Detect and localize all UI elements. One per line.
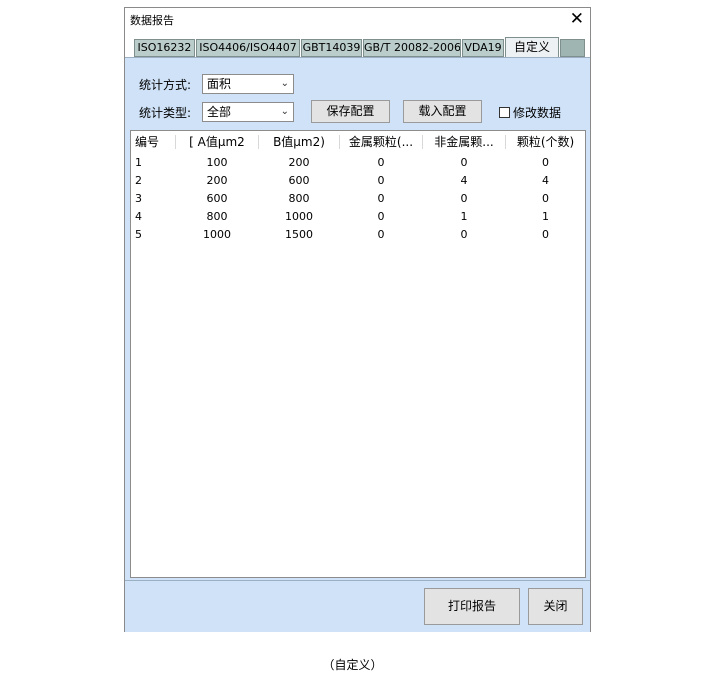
stat-method-select[interactable]: 面积 ⌄: [202, 74, 294, 94]
cell-id: 4: [135, 210, 142, 223]
table-row[interactable]: 1 100 200 0 0 0: [131, 154, 585, 172]
modify-data-checkbox[interactable]: [499, 107, 510, 118]
cell-metal: 0: [377, 174, 385, 187]
tab-gbt14039[interactable]: GBT14039: [301, 39, 362, 57]
stat-method-value: 面积: [207, 77, 232, 91]
chevron-down-icon: ⌄: [280, 78, 289, 89]
cell-a: 600: [206, 192, 228, 205]
cell-id: 3: [135, 192, 142, 205]
col-b-header[interactable]: B值μm2): [259, 131, 339, 153]
cell-count: 0: [542, 192, 549, 205]
col-metal-header[interactable]: 金属颗粒(...: [340, 131, 422, 153]
cell-b: 200: [288, 156, 310, 169]
title-bar: 数据报告 ✕: [125, 8, 590, 32]
tab-strip-filler: [560, 39, 585, 57]
cell-metal: 0: [377, 210, 385, 223]
close-button[interactable]: 关闭: [528, 588, 583, 625]
modify-data-label: 修改数据: [513, 106, 562, 120]
close-icon[interactable]: ✕: [570, 9, 584, 29]
particle-table: 编号 [ A值μm2 B值μm2) 金属颗粒(... 非金属颗... 颗粒(个数…: [130, 130, 586, 578]
window-title: 数据报告: [130, 14, 174, 27]
load-config-button[interactable]: 载入配置: [403, 100, 482, 123]
col-count-header[interactable]: 颗粒(个数): [506, 131, 585, 153]
col-id-header[interactable]: 编号: [135, 131, 169, 153]
tab-gbt20082[interactable]: GB/T 20082-2006: [363, 39, 461, 57]
cell-count: 4: [542, 174, 549, 187]
stat-type-select[interactable]: 全部 ⌄: [202, 102, 294, 122]
cell-nonmetal: 4: [460, 174, 468, 187]
cell-metal: 0: [377, 228, 385, 241]
cell-nonmetal: 0: [460, 192, 468, 205]
tab-iso4406[interactable]: ISO4406/ISO4407: [196, 39, 300, 57]
tab-iso16232[interactable]: ISO16232: [134, 39, 195, 57]
table-row[interactable]: 4 800 1000 0 1 1: [131, 208, 585, 226]
chevron-down-icon: ⌄: [280, 106, 289, 117]
figure-caption: （自定义）: [322, 658, 383, 672]
table-header: 编号 [ A值μm2 B值μm2) 金属颗粒(... 非金属颗... 颗粒(个数…: [131, 131, 585, 153]
cell-a: 200: [206, 174, 228, 187]
report-dialog: 数据报告 ✕ ISO16232 ISO4406/ISO4407 GBT14039…: [124, 7, 591, 632]
cell-id: 5: [135, 228, 142, 241]
cell-id: 1: [135, 156, 142, 169]
footer-bar: 打印报告 关闭: [125, 580, 590, 632]
cell-count: 1: [542, 210, 549, 223]
cell-nonmetal: 1: [460, 210, 468, 223]
cell-nonmetal: 0: [460, 228, 468, 241]
table-row[interactable]: 3 600 800 0 0 0: [131, 190, 585, 208]
cell-metal: 0: [377, 156, 385, 169]
cell-b: 1000: [285, 210, 313, 223]
table-row[interactable]: 2 200 600 0 4 4: [131, 172, 585, 190]
stat-type-value: 全部: [207, 105, 232, 119]
cell-count: 0: [542, 156, 549, 169]
custom-tab-panel: 统计方式: 面积 ⌄ 统计类型: 全部 ⌄ 保存配置 载入配置 修改数据 编号 …: [125, 57, 590, 632]
col-nonmetal-header[interactable]: 非金属颗...: [423, 131, 505, 153]
table-row[interactable]: 5 1000 1500 0 0 0: [131, 226, 585, 244]
col-a-header[interactable]: [ A值μm2: [176, 131, 258, 153]
cell-b: 1500: [285, 228, 313, 241]
cell-nonmetal: 0: [460, 156, 468, 169]
stat-method-label: 统计方式:: [139, 78, 192, 92]
cell-a: 800: [206, 210, 228, 223]
cell-a: 1000: [203, 228, 231, 241]
tab-custom[interactable]: 自定义: [505, 37, 559, 57]
cell-a: 100: [206, 156, 228, 169]
cell-b: 800: [288, 192, 310, 205]
cell-id: 2: [135, 174, 142, 187]
stat-type-label: 统计类型:: [139, 106, 192, 120]
print-report-button[interactable]: 打印报告: [424, 588, 520, 625]
tab-vda19[interactable]: VDA19: [462, 39, 504, 57]
cell-metal: 0: [377, 192, 385, 205]
cell-count: 0: [542, 228, 549, 241]
cell-b: 600: [288, 174, 310, 187]
save-config-button[interactable]: 保存配置: [311, 100, 390, 123]
